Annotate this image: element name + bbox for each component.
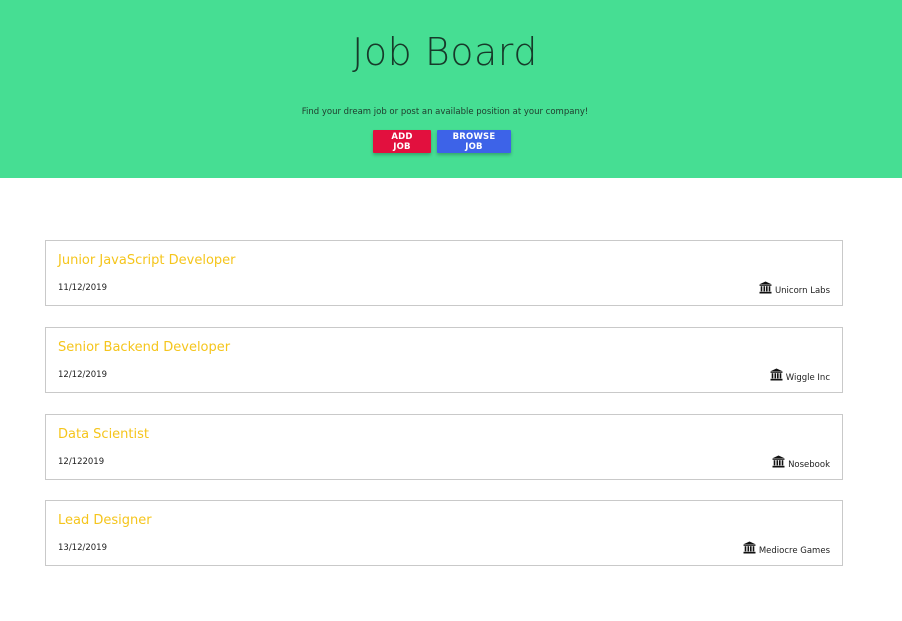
company-name: Mediocre Games [758,546,830,556]
job-card[interactable]: Lead Designer 13/12/2019 Mediocre Games [45,500,843,566]
hero-header: Job Board Find your dream job or post an… [0,0,902,178]
company-name: Wiggle Inc [785,373,830,383]
job-title[interactable]: Lead Designer [58,513,152,528]
browse-job-button[interactable]: BROWSE JOB [437,130,511,153]
bank-icon [759,281,772,294]
job-card[interactable]: Junior JavaScript Developer 11/12/2019 U… [45,240,843,306]
job-date: 12/12/2019 [58,370,107,380]
hero-actions: ADD JOB BROWSE JOB [373,130,511,153]
page-title: Job Board [352,30,538,74]
job-date: 12/122019 [58,457,105,467]
job-title[interactable]: Data Scientist [58,427,149,442]
company-name: Nosebook [788,460,830,470]
bank-icon [743,541,756,554]
bank-icon [772,455,785,468]
add-job-button[interactable]: ADD JOB [373,130,431,153]
job-title[interactable]: Senior Backend Developer [58,340,230,355]
job-card[interactable]: Senior Backend Developer 12/12/2019 Wigg… [45,327,843,393]
hero-subtitle: Find your dream job or post an available… [301,107,589,117]
job-company: Unicorn Labs [759,281,830,296]
job-title[interactable]: Junior JavaScript Developer [58,253,236,268]
job-card[interactable]: Data Scientist 12/122019 Nosebook [45,414,843,480]
job-company: Mediocre Games [743,541,830,556]
job-date: 13/12/2019 [58,543,107,553]
job-company: Wiggle Inc [770,368,830,383]
company-name: Unicorn Labs [774,286,830,296]
bank-icon [770,368,783,381]
job-company: Nosebook [772,455,830,470]
job-date: 11/12/2019 [58,283,107,293]
